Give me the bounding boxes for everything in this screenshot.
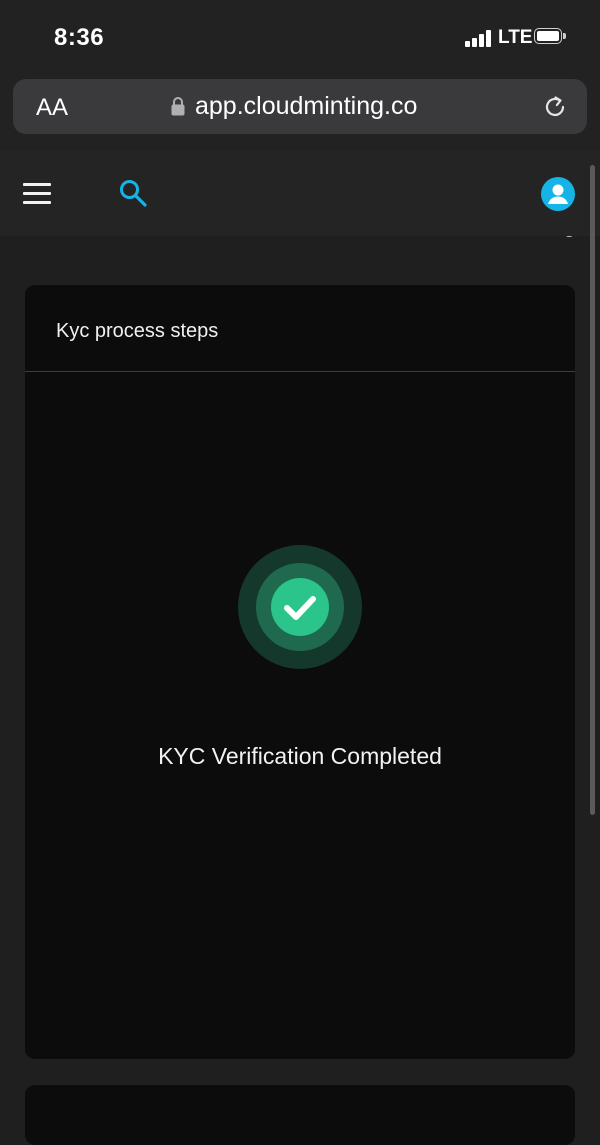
status-bar: 8:36 LTE: [0, 0, 600, 76]
battery-icon: [534, 28, 566, 46]
network-type: LTE: [498, 27, 533, 48]
signal-bars-icon: [465, 30, 493, 47]
address-bar[interactable]: AA app.cloudminting.co: [13, 79, 587, 134]
text-size-label: AA: [36, 94, 69, 121]
text-size-button[interactable]: AA: [36, 94, 68, 122]
kyc-status-text: KYC Verification Completed: [158, 743, 442, 769]
page-scrollbar[interactable]: [590, 165, 595, 815]
next-card: [25, 1085, 575, 1145]
app-header: [0, 150, 600, 236]
search-icon[interactable]: [118, 178, 148, 208]
kyc-card: Kyc process steps KYC Verification Compl…: [25, 285, 575, 1059]
divider: [25, 371, 575, 372]
url-text[interactable]: app.cloudminting.co: [195, 92, 417, 121]
user-avatar-icon[interactable]: [541, 177, 575, 211]
check-circle-icon: [238, 545, 362, 669]
lock-icon: [171, 97, 185, 116]
browser-toolbar: AA app.cloudminting.co: [0, 76, 600, 150]
status-time: 8:36: [54, 24, 105, 51]
card-title: Kyc process steps: [56, 320, 219, 342]
menu-icon[interactable]: [23, 183, 51, 205]
reload-icon[interactable]: [541, 93, 569, 121]
